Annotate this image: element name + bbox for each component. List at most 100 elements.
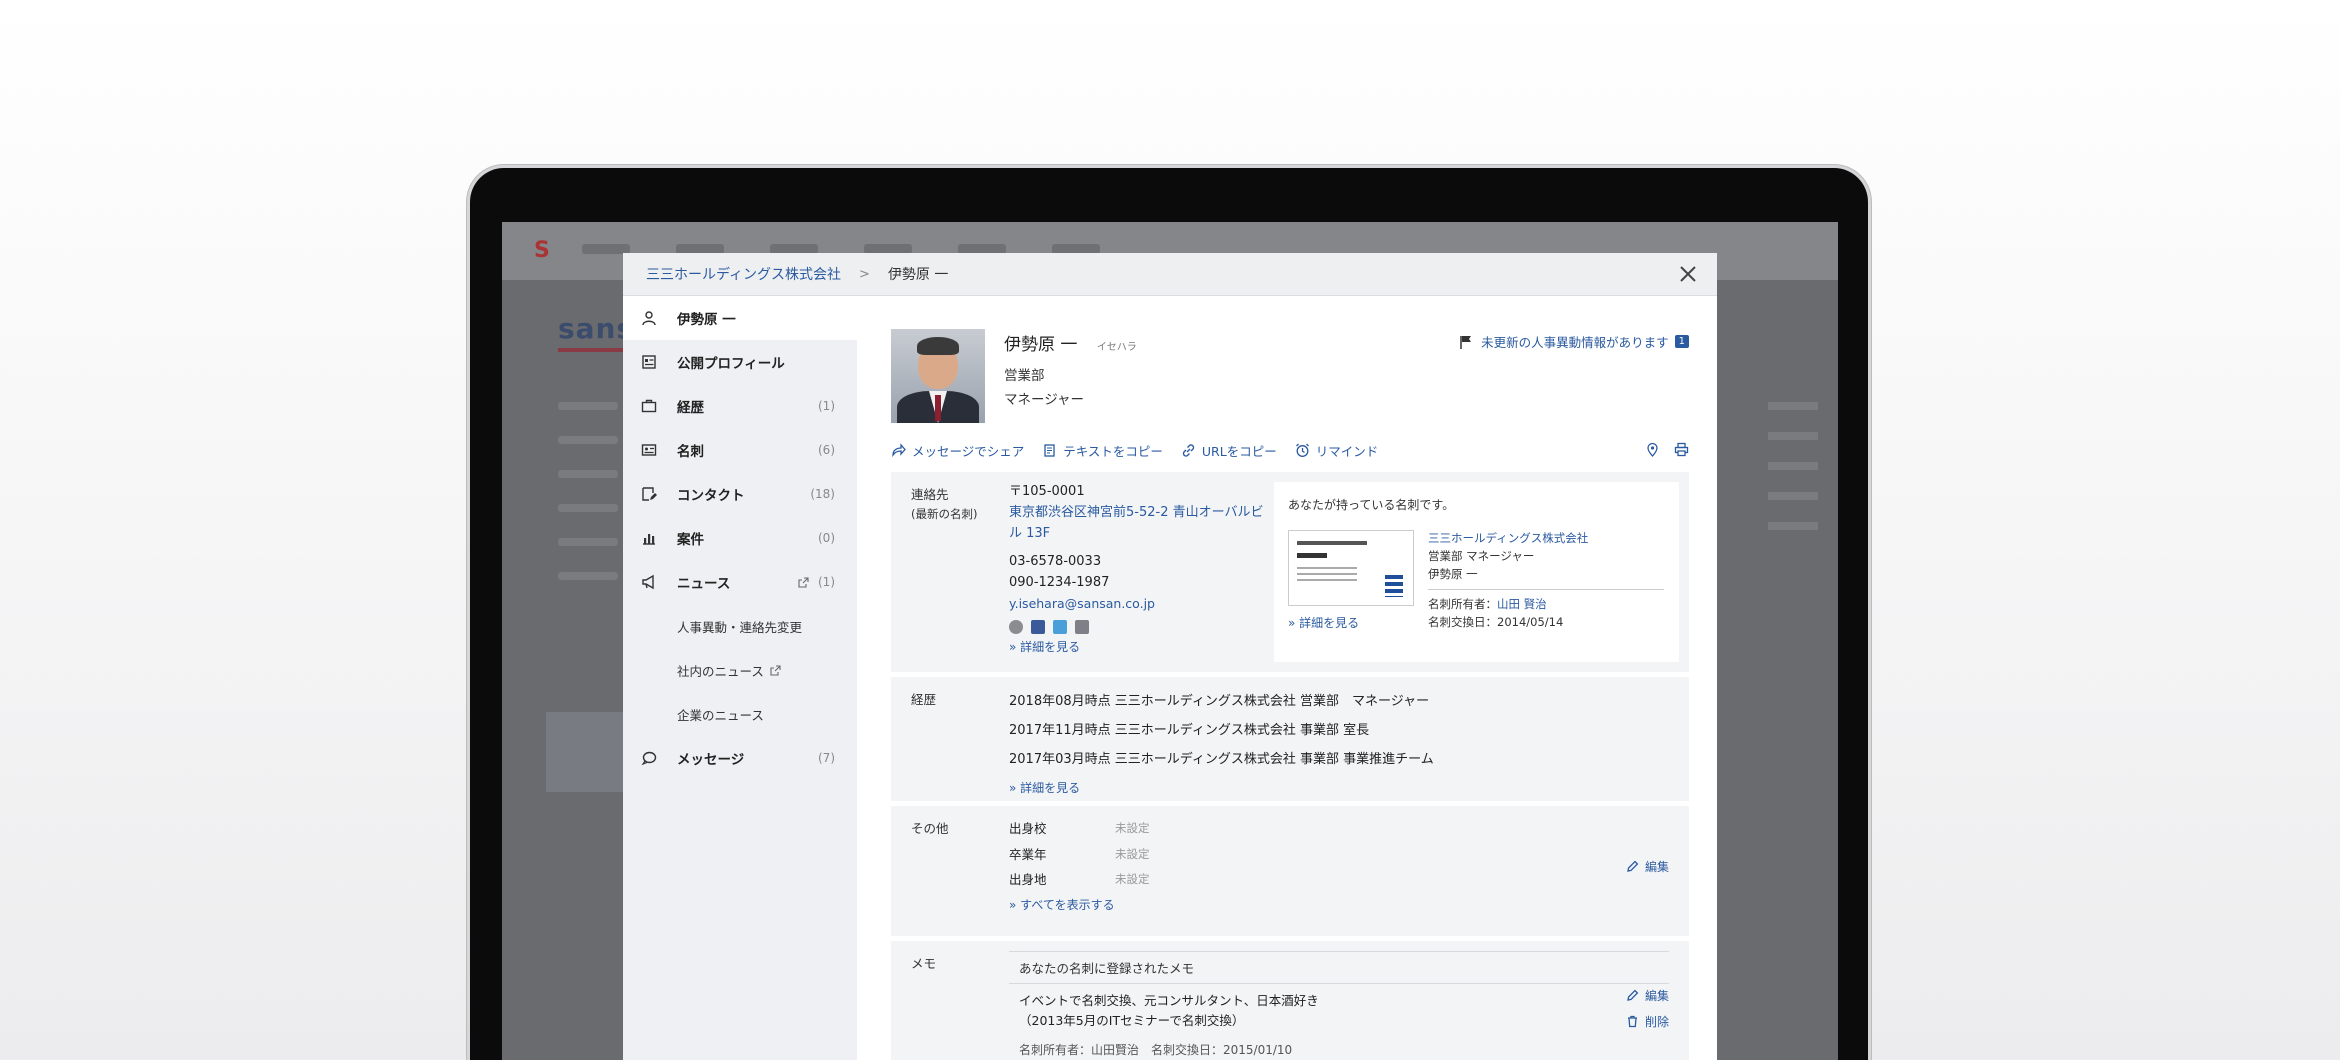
copy-text-label: テキストをコピー <box>1063 443 1163 459</box>
background-logo: S <box>534 238 550 263</box>
remind-button[interactable]: リマインド <box>1295 441 1378 460</box>
card-company-link[interactable]: 三三ホールディングス株式会社 <box>1428 530 1664 548</box>
map-pin-icon[interactable] <box>1645 442 1660 457</box>
main-content: 伊勢原 一 イセハラ 営業部 マネージャー 未更新の人事異動情報があります 1 … <box>891 296 1689 1060</box>
share-message-label: メッセージでシェア <box>912 443 1025 459</box>
memo-line: （2013年5月のITセミナーで名刺交換） <box>1019 1013 1245 1028</box>
other-key: 出身校 <box>1009 821 1047 836</box>
career-row: 2017年03月時点 三三ホールディングス株式会社 事業部 事業推進チーム <box>1009 752 1434 767</box>
business-card-image[interactable] <box>1288 530 1414 606</box>
card-person-name: 伊勢原 一 <box>1428 566 1478 581</box>
sidebar-item-message[interactable]: メッセージ (7) <box>623 736 857 780</box>
twitter-icon[interactable] <box>1053 619 1067 634</box>
alarm-clock-icon <box>1295 443 1309 457</box>
sidebar-subitem-internal-news[interactable]: 社内のニュース <box>623 648 857 692</box>
other-value: 未設定 <box>1115 821 1150 835</box>
background-card-thumb <box>546 712 626 792</box>
memo-delete-button[interactable]: 削除 <box>1626 1013 1669 1030</box>
card-exchange-date: 名刺交換日：2014/05/14 <box>1428 615 1564 630</box>
sidebar-item-deals[interactable]: 案件 (0) <box>623 516 857 560</box>
other-section: その他 出身校 未設定 卒業年 未設定 出身地 未設定 » すべてを表示する 編集 <box>891 806 1689 936</box>
megaphone-icon <box>642 574 654 590</box>
action-bar-right <box>1645 442 1689 457</box>
link-icon <box>1182 443 1195 457</box>
chat-bubble-icon <box>641 751 657 766</box>
career-label: 経歴 <box>911 692 937 707</box>
external-link-icon <box>770 664 781 676</box>
card-owner-label: 名刺所有者： <box>1428 597 1497 612</box>
contact-address-link[interactable]: 東京都渋谷区神宮前5-52-2 青山オーバルビル 13F <box>1009 503 1269 545</box>
person-icon <box>642 311 656 326</box>
flag-icon <box>1460 335 1472 349</box>
edit-label: 編集 <box>1644 860 1669 874</box>
memo-section: メモ あなたの名刺に登録されたメモ イベントで名刺交換、元コンサルタント、日本酒… <box>891 941 1689 1060</box>
sidebar-subitem-company-news[interactable]: 企業のニュース <box>623 692 857 736</box>
contact-more-link[interactable]: » 詳細を見る <box>1009 638 1269 657</box>
close-icon[interactable] <box>1677 263 1699 285</box>
other-show-all-link[interactable]: » すべてを表示する <box>1009 893 1150 919</box>
contact-phone-1: 03-6578-0033 <box>1009 554 1102 570</box>
sidebar-item-label: ニュース <box>677 576 731 592</box>
contact-note-icon <box>642 487 657 501</box>
sidebar-item-label: コンタクト <box>677 488 745 504</box>
other-value: 未設定 <box>1115 846 1150 861</box>
breadcrumb: 三三ホールディングス株式会社 > 伊勢原 一 <box>623 253 1717 296</box>
career-section: 経歴 2018年08月時点 三三ホールディングス株式会社 営業部 マネージャー … <box>891 677 1689 801</box>
copy-text-button[interactable]: テキストをコピー <box>1042 441 1163 460</box>
sidebar: 伊勢原 一 公開プロフィール 経歴 (1) 名刺 (6) コンタクト (18) … <box>623 296 857 1060</box>
person-kana: イセハラ <box>1096 342 1137 353</box>
sidebar-subitem-personnel-change[interactable]: 人事異動・連絡先変更 <box>623 604 857 648</box>
edit-label: 編集 <box>1644 989 1669 1003</box>
person-department: 営業部 <box>1004 368 1045 384</box>
personnel-change-notice[interactable]: 未更新の人事異動情報があります 1 <box>1459 332 1689 351</box>
share-message-button[interactable]: メッセージでシェア <box>891 441 1024 460</box>
background-right-panel <box>1768 402 1818 622</box>
sidebar-item-person[interactable]: 伊勢原 一 <box>623 296 857 340</box>
sidebar-item-cards[interactable]: 名刺 (6) <box>623 428 857 472</box>
person-name-row: 伊勢原 一 イセハラ <box>1004 330 1137 355</box>
delete-label: 削除 <box>1644 1015 1669 1029</box>
breadcrumb-current: 伊勢原 一 <box>887 267 949 283</box>
other-row: 出身地 未設定 <box>1009 867 1150 893</box>
memo-edit-button[interactable]: 編集 <box>1626 987 1669 1004</box>
career-more-link[interactable]: » 詳細を見る <box>1009 774 1434 803</box>
card-heading: あなたが持っている名刺です。 <box>1288 498 1455 512</box>
contact-label-group: 連絡先 (最新の名刺) <box>911 484 977 525</box>
sidebar-item-contact[interactable]: コンタクト (18) <box>623 472 857 516</box>
notice-count-badge: 1 <box>1674 335 1689 348</box>
sidebar-item-career[interactable]: 経歴 (1) <box>623 384 857 428</box>
chat-service-icon[interactable] <box>1009 619 1023 634</box>
career-list: 2018年08月時点 三三ホールディングス株式会社 営業部 マネージャー 201… <box>1009 687 1434 803</box>
sidebar-item-news[interactable]: ニュース (1) <box>623 560 857 604</box>
facebook-icon[interactable] <box>1031 619 1045 634</box>
memo-label: メモ <box>911 956 937 971</box>
other-row: 卒業年 未設定 <box>1009 842 1150 868</box>
linkedin-icon[interactable] <box>1075 619 1089 634</box>
copy-url-button[interactable]: URLをコピー <box>1181 441 1277 460</box>
card-more-link[interactable]: » 詳細を見る <box>1288 614 1359 631</box>
person-title: マネージャー <box>1004 392 1085 408</box>
pencil-icon <box>1627 989 1639 1001</box>
sidebar-item-count: (1) <box>818 575 835 589</box>
contact-label-sub: (最新の名刺) <box>911 507 978 522</box>
social-links <box>1009 619 1269 634</box>
card-owner-link[interactable]: 山田 賢治 <box>1497 597 1547 611</box>
breadcrumb-company-link[interactable]: 三三ホールディングス株式会社 <box>646 264 841 284</box>
contact-phone-2: 090-1234-1987 <box>1009 575 1110 591</box>
external-link-icon <box>798 576 809 588</box>
sidebar-item-label: 公開プロフィール <box>677 356 785 372</box>
other-row: 出身校 未設定 <box>1009 816 1150 842</box>
memo-meta: 名刺所有者：山田賢治 名刺交換日：2015/01/10 <box>1019 1043 1293 1057</box>
contact-email-link[interactable]: y.isehara@sansan.co.jp <box>1009 594 1269 614</box>
memo-heading: あなたの名刺に登録されたメモ <box>1009 951 1669 984</box>
sidebar-item-label: 伊勢原 一 <box>677 312 736 328</box>
background-list <box>558 402 618 606</box>
card-info: 三三ホールディングス株式会社 営業部 マネージャー 伊勢原 一 名刺所有者：山田… <box>1428 530 1664 632</box>
profile-photo <box>891 329 985 423</box>
print-icon[interactable] <box>1674 442 1689 457</box>
sidebar-item-public-profile[interactable]: 公開プロフィール <box>623 340 857 384</box>
other-edit-button[interactable]: 編集 <box>1626 858 1669 875</box>
other-key: 卒業年 <box>1009 846 1047 862</box>
notice-text: 未更新の人事異動情報があります <box>1481 335 1669 350</box>
career-row: 2018年08月時点 三三ホールディングス株式会社 営業部 マネージャー <box>1009 694 1430 709</box>
